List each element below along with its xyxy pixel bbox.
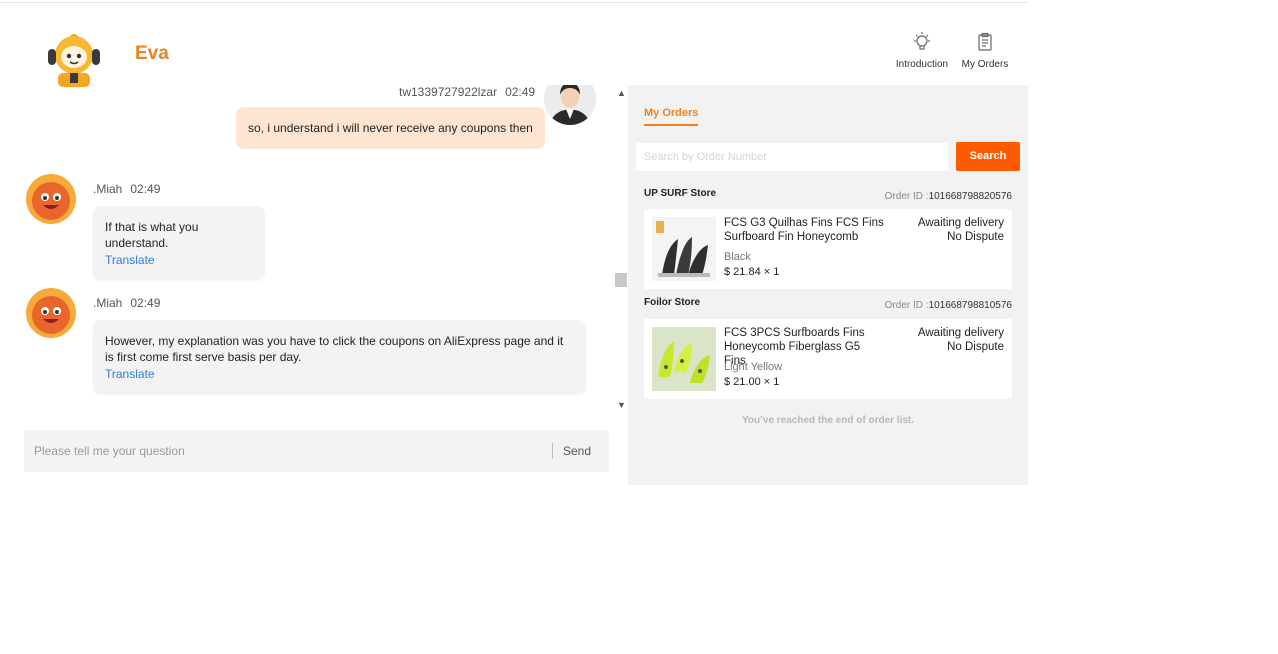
message-meta: .Miah 02:49 xyxy=(93,296,160,310)
order-status: Awaiting delivery No Dispute xyxy=(918,326,1004,354)
sender-name: .Miah xyxy=(93,296,123,310)
end-of-list-message: You’ve reached the end of order list. xyxy=(741,415,915,426)
nav-introduction[interactable]: Introduction xyxy=(887,31,957,70)
chevron-down-icon[interactable]: ▼ xyxy=(617,401,626,410)
product-price: $ 21.00 × 1 xyxy=(724,376,780,388)
order-card[interactable]: FCS 3PCS Surfboards Fins Honeycomb Fiber… xyxy=(644,319,1012,399)
order-id-prefix: Order ID : xyxy=(884,191,929,202)
message-text: However, my explanation was you have to … xyxy=(105,334,564,364)
order-id: Order ID :101668798820576 xyxy=(885,191,1012,202)
agent-message-bubble: However, my explanation was you have to … xyxy=(93,320,586,394)
nav-introduction-label: Introduction xyxy=(895,59,949,70)
message-meta: .Miah 02:49 xyxy=(93,182,160,196)
send-button[interactable]: Send xyxy=(563,444,591,458)
agent-message-bubble: If that is what you understand. Translat… xyxy=(93,206,265,280)
nav-my-orders[interactable]: My Orders xyxy=(950,31,1020,70)
order-search-input[interactable] xyxy=(636,143,948,171)
user-message-bubble: so, i understand i will never receive an… xyxy=(236,107,545,149)
chevron-up-icon[interactable]: ▲ xyxy=(617,89,626,98)
order-id: Order ID :101668798810576 xyxy=(885,300,1012,311)
message-time: 02:49 xyxy=(130,296,161,310)
message-text: so, i understand i will never receive an… xyxy=(248,121,533,135)
lightbulb-icon xyxy=(911,31,933,53)
dispute-status: No Dispute xyxy=(947,231,1004,243)
message-time: 02:49 xyxy=(130,182,161,196)
message-meta: tw1339727922lzar 02:49 xyxy=(399,85,535,99)
sender-name: .Miah xyxy=(93,182,123,196)
order-id-number: 101668798810576 xyxy=(928,300,1012,311)
chat-scrollbar[interactable]: ▲ ▼ xyxy=(614,85,628,415)
product-price: $ 21.84 × 1 xyxy=(724,266,780,278)
user-avatar xyxy=(544,85,596,125)
scrollbar-thumb[interactable] xyxy=(615,273,627,287)
header: Eva Introduction My Orders xyxy=(0,3,1028,87)
message-text: If that is what you understand. xyxy=(105,220,199,250)
store-name: UP SURF Store xyxy=(644,188,717,199)
product-title[interactable]: FCS G3 Quilhas Fins FCS Fins Surfboard F… xyxy=(724,216,884,244)
delivery-status: Awaiting delivery xyxy=(917,217,1004,229)
message-input[interactable] xyxy=(34,440,544,462)
product-thumbnail xyxy=(652,327,716,391)
product-thumbnail xyxy=(652,217,716,281)
order-status: Awaiting delivery No Dispute xyxy=(918,216,1004,244)
bot-name: Eva xyxy=(135,43,169,64)
clipboard-icon xyxy=(974,31,996,53)
tab-my-orders[interactable]: My Orders xyxy=(644,107,699,126)
sender-name: tw1339727922lzar xyxy=(399,85,498,99)
dispute-status: No Dispute xyxy=(947,341,1004,353)
delivery-status: Awaiting delivery xyxy=(917,327,1004,339)
orders-panel: My Orders Search UP SURF Store Order ID … xyxy=(628,85,1028,485)
chat-messages: tw1339727922lzar 02:49 so, i understand i… xyxy=(8,85,614,415)
nav-my-orders-label: My Orders xyxy=(961,59,1009,70)
chat-window: Eva Introduction My Orders tw1339727922l… xyxy=(0,0,1278,654)
agent-avatar xyxy=(25,287,77,339)
message-time: 02:49 xyxy=(505,85,536,99)
send-divider xyxy=(552,443,553,459)
translate-link[interactable]: Translate xyxy=(105,252,253,268)
order-id-number: 101668798820576 xyxy=(928,191,1012,202)
product-variant: Light Yellow xyxy=(724,361,783,373)
search-button[interactable]: Search xyxy=(956,142,1020,171)
store-name: Foilor Store xyxy=(644,297,701,308)
order-card[interactable]: FCS G3 Quilhas Fins FCS Fins Surfboard F… xyxy=(644,209,1012,289)
product-variant: Black xyxy=(724,251,751,263)
message-composer: Send xyxy=(24,430,609,472)
agent-avatar xyxy=(25,173,77,225)
translate-link[interactable]: Translate xyxy=(105,366,574,382)
order-id-prefix: Order ID : xyxy=(884,300,929,311)
bot-logo xyxy=(46,29,102,87)
